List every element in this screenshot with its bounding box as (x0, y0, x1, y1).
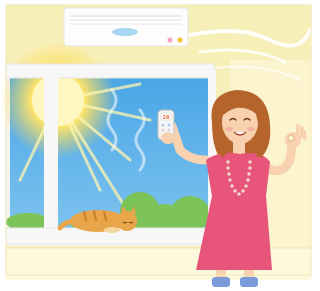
ac-vent-indicator (112, 28, 138, 36)
ac-light-pink (167, 37, 173, 43)
remote-control-icon: 28 (157, 109, 175, 144)
right-shoe (240, 277, 258, 287)
remote-display-value: 28 (163, 115, 170, 121)
air-conditioner-icon (63, 7, 189, 47)
illustration-scene: 28 (0, 4, 312, 287)
window-frame-top (5, 63, 215, 79)
left-shoe (212, 277, 230, 287)
window-frame-middle (44, 74, 58, 232)
ac-light-yellow (177, 37, 183, 43)
